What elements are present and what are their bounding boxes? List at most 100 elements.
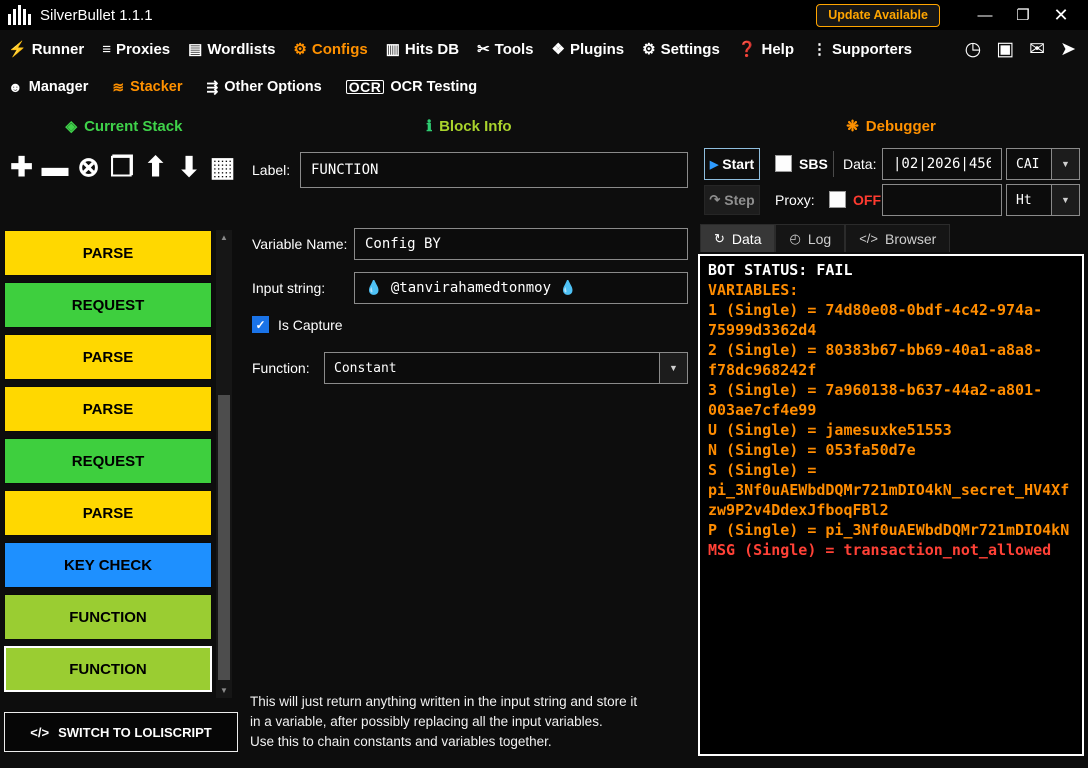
maximize-button[interactable]: ❐	[1004, 0, 1042, 30]
switch-to-loliscript-button[interactable]: </> SWITCH TO LOLISCRIPT	[4, 712, 238, 752]
menu-item-hits-db[interactable]: ▥ Hits DB	[386, 40, 459, 59]
scrollbar-thumb[interactable]	[218, 395, 230, 680]
menu-item-label: Settings	[660, 40, 720, 58]
data-input[interactable]	[882, 148, 1002, 180]
stack-block-request[interactable]: REQUEST	[4, 438, 212, 484]
variable-name-row: Variable Name:	[252, 228, 688, 260]
start-button[interactable]: ▶ Start	[704, 148, 760, 180]
subbar-item-stacker[interactable]: ≋ Stacker	[112, 79, 182, 96]
subbar-item-label: Stacker	[130, 79, 183, 95]
stack-block-request[interactable]: REQUEST	[4, 282, 212, 328]
play-icon: ▶	[709, 158, 719, 171]
stack-block-parse[interactable]: PARSE	[4, 386, 212, 432]
log-line: VARIABLES:	[708, 281, 799, 299]
menu-item-supporters[interactable]: ⋮ Supporters	[812, 40, 912, 59]
menu-item-label: Wordlists	[207, 40, 276, 58]
menu-item-tools[interactable]: ✂ Tools	[477, 40, 534, 59]
scroll-down-icon[interactable]: ▼	[216, 683, 232, 698]
help-icon: ❓	[737, 41, 757, 58]
settings-gear-icon: ⚙	[642, 41, 656, 58]
proxy-checkbox[interactable]	[829, 191, 846, 208]
scroll-up-icon[interactable]: ▲	[216, 230, 232, 245]
sub-toolbar: ☻ Manager ≋ Stacker ⇶ Other Options OCR OCR Tes…	[0, 68, 1088, 106]
save-icon[interactable]: ▦	[207, 145, 238, 189]
chevron-down-icon[interactable]: ▼	[1051, 185, 1079, 215]
wordlist-type-select[interactable]: CAI ▼	[1006, 148, 1080, 180]
scrollbar-track[interactable]	[216, 245, 232, 683]
update-available-button[interactable]: Update Available	[816, 3, 940, 27]
block-info-panel: ℹ Block Info Label: Variable Name: Input…	[248, 112, 690, 762]
stack-area: PARSE REQUEST PARSE PARSE REQUEST PARSE KEY CH…	[4, 230, 240, 700]
tools-icon: ✂	[477, 41, 490, 58]
tab-log[interactable]: ◴ Log	[775, 224, 846, 252]
proxies-icon: ≡	[102, 40, 111, 58]
menu-item-settings[interactable]: ⚙ Settings	[642, 40, 720, 59]
stack-block-function[interactable]: FUNCTION	[4, 594, 212, 640]
menu-item-help[interactable]: ❓ Help	[737, 40, 794, 59]
menu-item-wordlists[interactable]: ▤ Wordlists	[188, 40, 276, 59]
menu-item-runner[interactable]: ⚡ Runner	[8, 40, 84, 59]
input-string-input[interactable]	[354, 272, 688, 304]
clear-icon[interactable]: ⊗	[73, 145, 104, 189]
menu-item-configs[interactable]: ⚙ Configs	[293, 40, 367, 59]
tab-data[interactable]: ↻ Data	[700, 224, 776, 252]
proxy-input[interactable]	[882, 184, 1002, 216]
remove-icon[interactable]: ▬	[40, 145, 71, 189]
stack-block-key-check[interactable]: KEY CHECK	[4, 542, 212, 588]
screenshot-icon[interactable]: ▣	[996, 38, 1014, 61]
label-input[interactable]	[300, 152, 688, 188]
clone-icon[interactable]: ❐	[107, 145, 138, 189]
minimize-button[interactable]: —	[966, 0, 1004, 30]
debugger-header: ❋ Debugger	[698, 112, 1084, 140]
menu-item-label: Tools	[494, 40, 534, 58]
proxy-type-select[interactable]: Ht ▼	[1006, 184, 1080, 216]
tab-label: Log	[807, 230, 832, 247]
debug-log: BOT STATUS: FAIL VARIABLES: 1 (Single) = 7…	[698, 254, 1084, 756]
subbar-item-other-options[interactable]: ⇶ Other Options	[207, 79, 322, 96]
stack-block-parse[interactable]: PARSE	[4, 334, 212, 380]
is-capture-row: ✓ Is Capture	[252, 316, 688, 333]
stack-panel-title: Current Stack	[84, 117, 183, 135]
stack-block-function[interactable]: FUNCTION	[4, 646, 212, 692]
description-line: Use this to chain constants and variable…	[250, 734, 552, 749]
menu-item-proxies[interactable]: ≡ Proxies	[102, 41, 170, 58]
move-down-icon[interactable]: ⬇	[174, 145, 205, 189]
stack-scrollbar[interactable]: ▲ ▼	[216, 230, 232, 698]
menu-item-label: Proxies	[115, 40, 171, 58]
debug-tabs: ↻ Data ◴ Log </> Browser	[700, 224, 951, 252]
step-icon: ↷	[709, 192, 721, 207]
stack-list: PARSE REQUEST PARSE PARSE REQUEST PARSE KEY CH…	[4, 230, 212, 698]
close-button[interactable]: ✕	[1042, 0, 1080, 30]
info-icon: ℹ	[426, 118, 433, 135]
history-icon[interactable]: ◷	[965, 38, 982, 61]
add-icon[interactable]: ✚	[6, 145, 37, 189]
telegram-icon[interactable]: ➤	[1060, 38, 1076, 61]
variable-name-input[interactable]	[354, 228, 688, 260]
proxy-label: Proxy:	[775, 192, 815, 208]
tab-browser[interactable]: </> Browser	[845, 224, 951, 252]
code-icon: </>	[30, 724, 50, 740]
wordlists-icon: ▤	[188, 41, 203, 58]
stack-block-parse[interactable]: PARSE	[4, 230, 212, 276]
move-up-icon[interactable]: ⬆	[140, 145, 171, 189]
sbs-checkbox[interactable]	[775, 155, 792, 172]
menu-item-plugins[interactable]: ❖ Plugins	[552, 40, 625, 59]
is-capture-checkbox[interactable]: ✓	[252, 316, 269, 333]
step-button[interactable]: ↷ Step	[704, 185, 760, 215]
subbar-item-label: Manager	[28, 79, 89, 95]
bug-icon: ❋	[846, 118, 859, 135]
chat-icon[interactable]: ✉	[1029, 38, 1045, 61]
log-icon: ◴	[789, 230, 801, 246]
titlebar: SilverBullet 1.1.1 Update Available — ❐ …	[0, 0, 1088, 30]
menu-item-label: Help	[761, 40, 794, 58]
stack-block-parse[interactable]: PARSE	[4, 490, 212, 536]
subbar-item-ocr-testing[interactable]: OCR OCR Testing	[345, 79, 477, 95]
subbar-item-manager[interactable]: ☻ Manager	[8, 79, 88, 95]
function-row: Function: Constant ▼	[252, 352, 688, 384]
input-string-label: Input string:	[252, 280, 326, 296]
chevron-down-icon[interactable]: ▼	[1051, 149, 1079, 179]
log-line: BOT STATUS: FAIL	[708, 261, 853, 279]
chevron-down-icon[interactable]: ▼	[659, 353, 687, 383]
function-select[interactable]: Constant ▼	[324, 352, 688, 384]
stack-icon: ◈	[65, 118, 78, 135]
